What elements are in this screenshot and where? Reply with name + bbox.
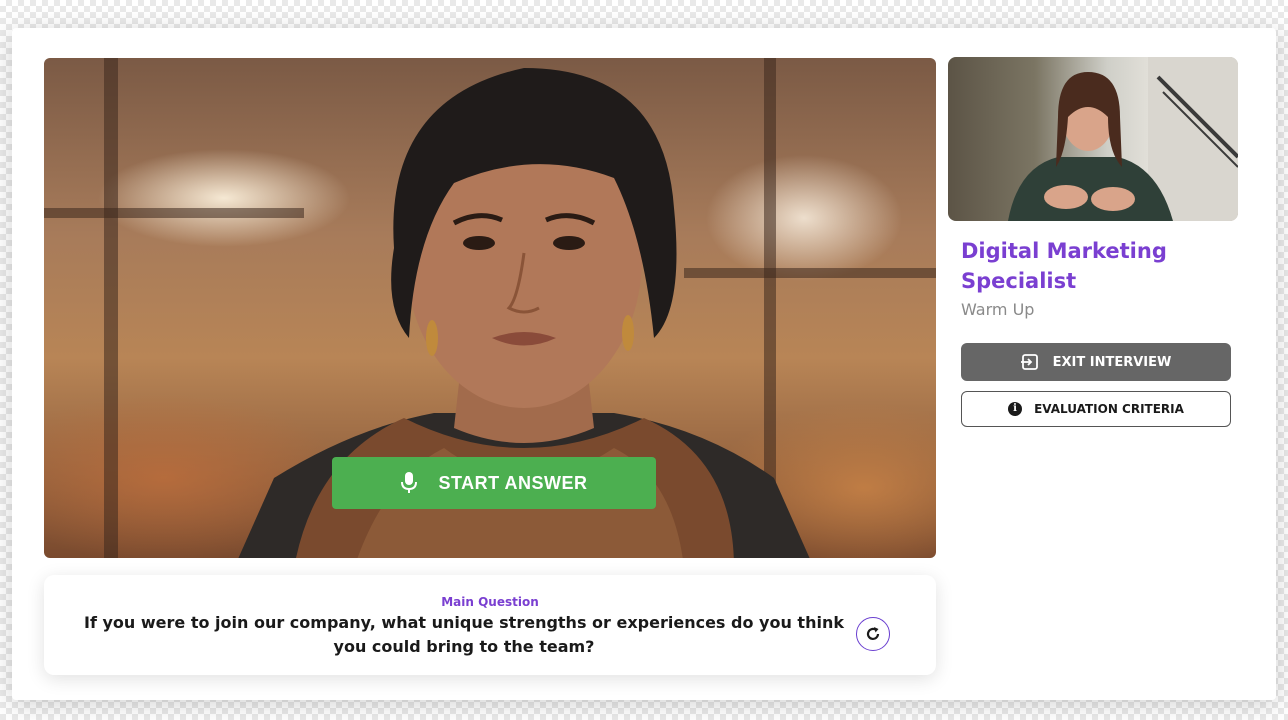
question-card: Main Question If you were to join our co… [44, 575, 936, 675]
evaluation-criteria-label: EVALUATION CRITERIA [1034, 402, 1184, 416]
candidate-video [948, 57, 1238, 221]
window-frame-bar [104, 58, 118, 558]
question-type-label: Main Question [441, 595, 539, 609]
refresh-icon [866, 627, 880, 640]
start-answer-label: START ANSWER [438, 472, 588, 493]
microphone-icon [400, 472, 417, 493]
exit-interview-button[interactable]: EXIT INTERVIEW [961, 343, 1231, 381]
interviewer-video: START ANSWER [44, 58, 936, 558]
repeat-question-button[interactable] [856, 617, 890, 651]
evaluation-criteria-button[interactable]: i EVALUATION CRITERIA [961, 391, 1231, 427]
question-text: If you were to join our company, what un… [84, 613, 844, 656]
exit-interview-label: EXIT INTERVIEW [1052, 354, 1172, 370]
candidate-figure [1008, 57, 1238, 221]
start-answer-button[interactable]: START ANSWER [332, 457, 656, 509]
role-title: Digital Marketing Specialist [961, 239, 1167, 293]
info-icon: i [1008, 402, 1023, 416]
interview-stage: Warm Up [961, 300, 1035, 319]
exit-icon [1020, 354, 1038, 370]
